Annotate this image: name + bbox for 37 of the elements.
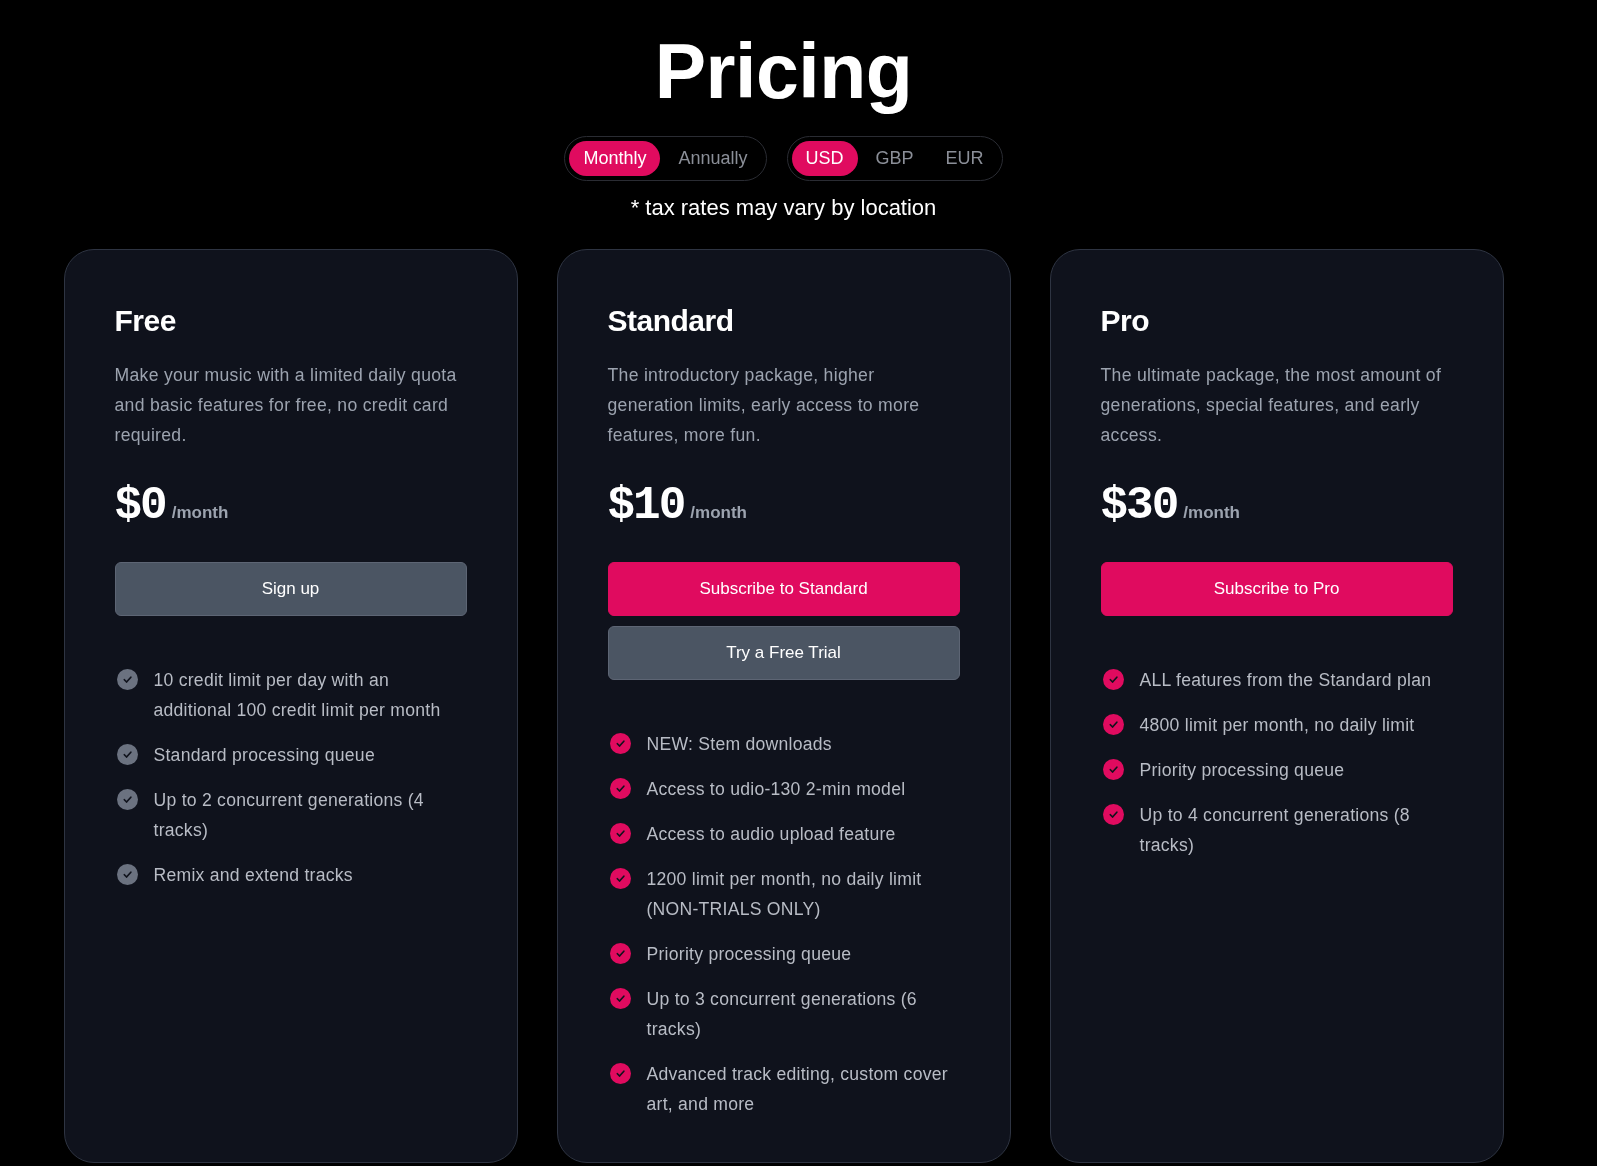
feature-text: Priority processing queue — [1139, 759, 1345, 782]
plan-name: Standard — [607, 303, 735, 339]
feature-text: Access to udio-130 2-min model — [646, 778, 906, 801]
secondary-button[interactable]: Sign up — [114, 562, 467, 616]
feature-text: Priority processing queue — [646, 943, 852, 966]
currency-option[interactable]: GBP — [861, 141, 928, 176]
feature-text: ALL features from the Standard plan — [1139, 669, 1432, 692]
feature-text: Remix and extend tracks — [153, 864, 353, 887]
plan-description: Make your music with a limited daily quota and basic features for free, no credit card required. — [114, 364, 458, 447]
feature-text: Access to audio upload feature — [646, 823, 896, 846]
tax-note: * tax rates may vary by location — [630, 194, 937, 222]
feature-text: Advanced track editing, custom cover art, and more — [646, 1063, 949, 1116]
price-period: /month — [171, 503, 229, 523]
price-amount: $0 — [114, 479, 166, 534]
plan-description: The ultimate package, the most amount of generations, special features, and early access. — [1100, 364, 1443, 447]
feature-text: Up to 2 concurrent generations (4 tracks) — [153, 789, 425, 842]
price-amount: $30 — [1100, 479, 1178, 534]
price-period: /month — [690, 503, 747, 523]
feature-text: Up to 3 concurrent generations (6 tracks) — [646, 988, 918, 1041]
primary-button[interactable]: Subscribe to Pro — [1100, 562, 1453, 616]
currency-option[interactable]: EUR — [931, 141, 998, 176]
plan-name: Pro — [1100, 303, 1150, 339]
primary-button[interactable]: Subscribe to Standard — [607, 562, 960, 616]
price-period: /month — [1183, 503, 1240, 523]
billing-option[interactable]: Monthly — [569, 141, 661, 176]
price-amount: $10 — [607, 479, 685, 534]
feature-text: Up to 4 concurrent generations (8 tracks) — [1139, 804, 1411, 857]
feature-text: NEW: Stem downloads — [646, 733, 832, 756]
plan-description: The introductory package, higher generation limits, early access to more features, more fun. — [607, 364, 921, 447]
feature-text: Standard processing queue — [153, 744, 375, 767]
feature-text: 4800 limit per month, no daily limit — [1139, 714, 1415, 737]
feature-text: 10 credit limit per day with an additional 100 credit limit per month — [153, 669, 442, 722]
currency-option[interactable]: USD — [791, 141, 858, 176]
plan-name: Free — [114, 303, 177, 339]
billing-option[interactable]: Annually — [664, 141, 762, 176]
feature-text: 1200 limit per month, no daily limit (NON-TRIALS ONLY) — [646, 868, 923, 921]
secondary-button[interactable]: Try a Free Trial — [607, 626, 960, 680]
